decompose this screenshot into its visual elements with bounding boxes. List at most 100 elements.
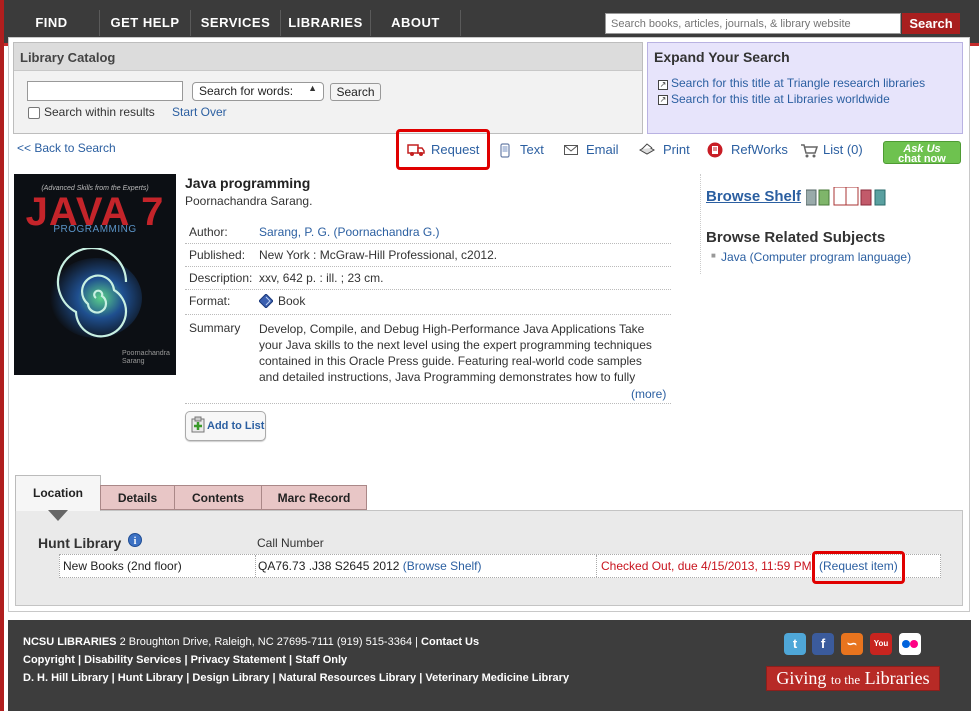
published-value: New York : McGraw-Hill Professional, c20… [259,248,498,262]
expand-search-title: Expand Your Search [654,49,790,65]
nav-libraries[interactable]: LIBRARIES [281,10,371,36]
tab-marc-record[interactable]: Marc Record [261,485,367,510]
back-to-search-link[interactable]: << Back to Search [17,141,116,155]
cart-icon [801,144,818,158]
summary-line: Develop, Compile, and Debug High-Perform… [259,322,645,336]
record-author-line: Poornachandra Sarang. [185,194,313,208]
author-link[interactable]: Sarang, P. G. (Poornachandra G.) [259,225,440,239]
footer-hunt-link[interactable]: Hunt Library [118,672,183,684]
flickr-icon[interactable] [899,633,921,655]
books-shelf-icon [806,187,886,206]
book-cover-image: (Advanced Skills from the Experts) JAVA … [14,174,176,375]
search-type-select[interactable]: Search for words: ▲ [192,82,324,101]
cover-author-last: Sarang [122,358,145,365]
footer-natural-resources-link[interactable]: Natural Resources Library [279,672,417,684]
print-link[interactable]: Print [663,142,690,158]
site-search-button[interactable]: Search [902,13,960,34]
info-icon[interactable]: i [128,533,142,547]
footer-copyright-link[interactable]: Copyright [23,654,75,666]
truck-icon [407,144,425,156]
external-link-icon: ↗ [658,80,668,90]
add-to-list-button[interactable]: Add to List [185,411,266,441]
text-link[interactable]: Text [520,142,544,158]
description-label: Description: [189,271,253,285]
nautilus-shell-icon [50,248,142,338]
cover-subtitle: PROGRAMMING [53,224,137,235]
rss-icon[interactable]: ∽ [841,633,863,655]
youtube-icon[interactable]: You [870,633,892,655]
cover-author-first: Poornachandra [122,350,170,357]
published-label: Published: [189,248,246,262]
nav-get-help[interactable]: GET HELP [100,10,191,36]
footer-separator: | [181,654,191,666]
search-type-value: Search for words: [199,84,294,98]
triangle-libraries-link[interactable]: Search for this title at Triangle resear… [671,76,925,90]
catalog-search-input[interactable] [27,81,183,101]
tab-contents[interactable]: Contents [174,485,262,510]
footer-disability-link[interactable]: Disability Services [84,654,181,666]
summary-text: Develop, Compile, and Debug High-Perform… [259,321,652,385]
footer-separator: | [74,654,85,666]
call-number-header: Call Number [257,536,324,550]
nav-services[interactable]: SERVICES [191,10,281,36]
browse-shelf-link[interactable]: Browse Shelf [706,188,801,205]
nav-about[interactable]: ABOUT [371,10,461,36]
twitter-icon[interactable]: t [784,633,806,655]
facebook-icon[interactable]: f [812,633,834,655]
detail-divider [185,289,671,290]
search-within-checkbox[interactable] [28,107,40,119]
list-link[interactable]: List (0) [823,142,863,158]
footer-hill-link[interactable]: D. H. Hill Library [23,672,109,684]
summary-line: and detailed instructions, Java Programm… [259,370,636,384]
site-search-input[interactable] [605,13,901,34]
tab-location[interactable]: Location [15,475,101,511]
nav-find[interactable]: FIND [4,10,100,36]
giving-to-libraries-button[interactable]: Giving to the Libraries [766,666,940,691]
footer-design-link[interactable]: Design Library [192,672,269,684]
tab-pointer-icon [48,510,68,521]
footer-org-name: NCSU LIBRARIES [23,636,117,648]
browse-shelf-inline-link[interactable]: (Browse Shelf) [403,559,482,573]
format-label: Format: [189,294,231,308]
request-link[interactable]: Request [431,142,479,158]
request-item-highlight-box [812,551,905,584]
catalog-title: Library Catalog [14,43,642,71]
start-over-link[interactable]: Start Over [172,105,227,119]
printer-icon [638,143,656,155]
email-link[interactable]: Email [586,142,619,158]
summary-more-link[interactable]: (more) [631,387,666,401]
side-divider [700,174,701,274]
footer-privacy-link[interactable]: Privacy Statement [191,654,286,666]
tab-details[interactable]: Details [100,485,175,510]
cell-divider [255,555,256,577]
add-to-list-label: Add to List [207,420,265,432]
summary-line: contained in this Oracle Press guide. Fe… [259,354,642,368]
related-subject-link[interactable]: Java (Computer program language) [721,250,911,264]
refworks-icon [707,142,723,158]
cell-divider [596,555,597,577]
detail-divider [185,266,671,267]
footer-policy-line: Copyright | Disability Services | Privac… [23,654,347,666]
catalog-search-button[interactable]: Search [330,83,381,101]
phone-icon [500,143,510,158]
envelope-icon [564,145,578,155]
svg-text:i: i [134,536,137,547]
left-edge-strip [0,0,4,711]
footer-contact-link[interactable]: Contact Us [421,636,479,648]
select-arrows-icon: ▲ [308,83,317,93]
footer-vet-med-link[interactable]: Veterinary Medicine Library [425,672,569,684]
author-label: Author: [189,225,228,239]
shelf-location: New Books (2nd floor) [63,559,182,573]
libraries-word: Libraries [864,668,930,688]
footer-separator: | [183,672,193,684]
footer-staff-link[interactable]: Staff Only [295,654,347,666]
ask-us-chat-button[interactable]: Ask Us chat now [883,141,961,165]
availability-status: Checked Out, due 4/15/2013, 11:59 PM [601,559,812,573]
worldwide-libraries-link[interactable]: Search for this title at Libraries world… [671,92,890,106]
catalog-search-box: Library Catalog Search for words: ▲ Sear… [13,42,643,134]
chat-now-label: chat now [898,153,946,165]
refworks-link[interactable]: RefWorks [731,142,788,158]
flickr-dots [902,640,918,648]
record-title: Java programming [185,175,311,191]
to-the-word: to the [830,672,861,687]
